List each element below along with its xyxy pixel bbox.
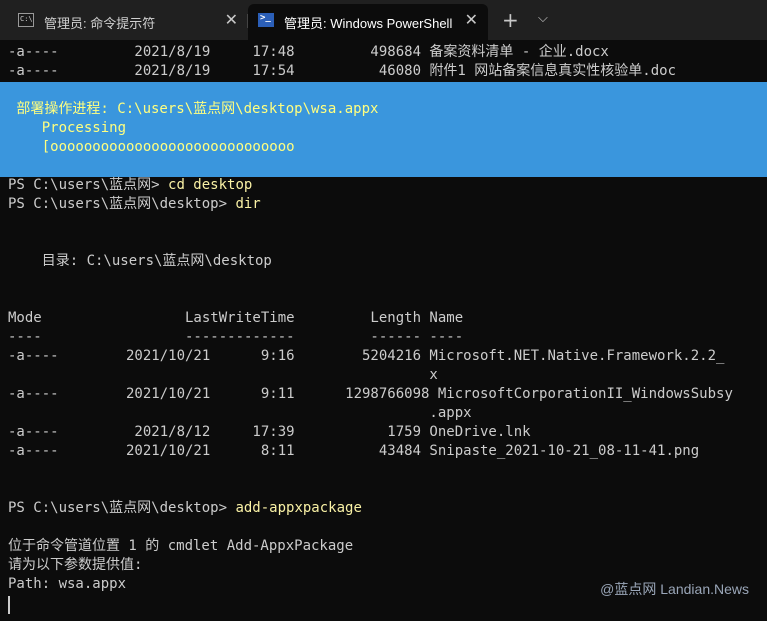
table-row: -a---- 2021/10/21 9:16 5204216 Microsoft… [8,348,725,364]
table-row: -a---- 2021/8/12 17:39 1759 OneDrive.lnk [8,424,531,440]
terminal-output[interactable]: -a---- 2021/8/19 17:48 498684 备案资料清单 - 企… [0,40,767,621]
prompt-line: PS C:\users\蓝点网\desktop> dir [8,195,261,214]
prompt-line: PS C:\users\蓝点网> cd desktop [8,176,252,195]
progress-status: Processing [8,120,127,136]
params-line: 请为以下参数提供值: [8,557,143,573]
command: dir [235,196,261,212]
tab-powershell[interactable]: 管理员: Windows PowerShell ✕ [248,4,488,40]
table-row: -a---- 2021/10/21 9:11 1298766098 Micros… [8,386,733,402]
new-tab-button[interactable]: + [502,8,519,32]
table-separator: ---- ------------- ------ ---- [8,329,464,345]
close-icon[interactable]: ✕ [465,10,478,30]
file-row: -a---- 2021/8/19 17:48 498684 备案资料清单 - 企… [8,44,609,60]
file-row: -a---- 2021/8/19 17:54 46080 附件1 网站备案信息真… [8,63,677,79]
text-cursor [8,596,10,614]
table-header: Mode LastWriteTime Length Name [8,310,464,326]
directory-line: 目录: C:\users\蓝点网\desktop [8,253,272,269]
progress-box: 部署操作进程: C:\users\蓝点网\desktop\wsa.appx Pr… [0,82,767,177]
prompt: PS C:\users\蓝点网\desktop> [8,500,228,516]
chevron-down-icon[interactable]: ⌵ [538,11,548,26]
prompt: PS C:\users\蓝点网\desktop> [8,196,228,212]
prompt: PS C:\users\蓝点网> [8,177,160,193]
tab-command-prompt[interactable]: 管理员: 命令提示符 ✕ [8,4,248,40]
table-row-wrap: .appx [8,405,472,421]
command: cd desktop [168,177,253,193]
tab-label: 管理员: Windows PowerShell [284,16,453,31]
progress-bar: [ooooooooooooooooooooooooooooo [8,139,295,155]
close-icon[interactable]: ✕ [225,10,238,30]
powershell-icon [258,13,274,27]
progress-title: 部署操作进程: C:\users\蓝点网\desktop\wsa.appx [8,101,379,117]
watermark: @蓝点网 Landian.News [600,581,749,597]
command: add-appxpackage [235,500,362,516]
path-line: Path: wsa.appx [8,576,127,592]
tab-bar: 管理员: 命令提示符 ✕ 管理员: Windows PowerShell ✕ +… [0,0,767,40]
prompt-line: PS C:\users\蓝点网\desktop> add-appxpackage [8,499,362,518]
tab-label: 管理员: 命令提示符 [44,16,156,31]
cmd-icon [18,13,34,27]
table-row: -a---- 2021/10/21 8:11 43484 Snipaste_20… [8,443,700,459]
table-row-wrap: x [8,367,438,383]
cmdlet-line: 位于命令管道位置 1 的 cmdlet Add-AppxPackage [8,538,354,554]
